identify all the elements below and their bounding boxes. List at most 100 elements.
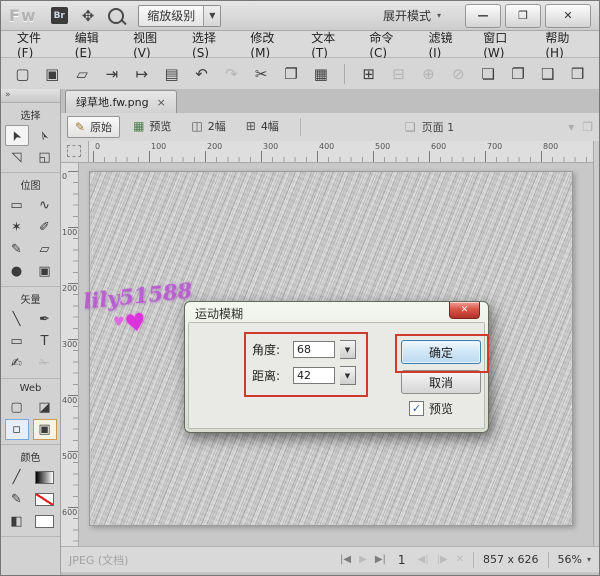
zoom-level-label: 缩放级别 <box>139 7 203 24</box>
show-slices-button[interactable]: ▣ <box>33 419 57 440</box>
master-page-icon[interactable]: ❐ <box>582 120 593 134</box>
menu-item-0[interactable]: 文件(F) <box>7 26 63 63</box>
lasso-tool[interactable]: ∿ <box>33 195 57 216</box>
menu-item-9[interactable]: 帮助(H) <box>535 26 593 63</box>
menu-item-7[interactable]: 滤镜(I) <box>418 26 471 63</box>
marquee-tool[interactable]: ▭ <box>5 195 29 216</box>
rubber-stamp-tool[interactable]: ▣ <box>33 261 57 282</box>
open-button[interactable]: ▱ <box>71 62 94 85</box>
print-button[interactable]: ▤ <box>160 62 183 85</box>
document-tab[interactable]: 绿草地.fw.png × <box>65 90 177 113</box>
tools-grid: ▢ ◪▫▣ <box>1 397 60 440</box>
slice-tool[interactable]: ◪ <box>33 397 57 418</box>
preview-mode-bar: ✎原始 ▦预览 ◫2幅 ⊞4幅 ❏ 页面 1 ▾ ❐ <box>61 113 599 142</box>
zoom-level-select[interactable]: 缩放级别 ▼ <box>138 5 221 27</box>
bridge-icon[interactable]: Br <box>51 7 68 24</box>
fill-color-tool[interactable]: ◧ <box>5 511 29 532</box>
preview-checkbox[interactable]: ✓ <box>409 401 424 416</box>
tools-section: 位图▭∿✶✐✎▱●▣ <box>1 173 60 287</box>
bring-to-front-button[interactable]: ❏ <box>477 62 500 85</box>
ruler-tick-label: 200 <box>207 142 222 151</box>
tab-close-icon[interactable]: × <box>157 96 166 109</box>
menu-item-8[interactable]: 窗口(W) <box>473 26 533 63</box>
pencil-tool[interactable]: ✎ <box>5 239 29 260</box>
menu-item-6[interactable]: 命令(C) <box>359 26 416 63</box>
chevron-down-icon: ▾ <box>437 11 441 20</box>
eyedropper-tool[interactable]: ╱ <box>5 467 29 488</box>
knife-tool[interactable]: ✁ <box>33 353 57 374</box>
view-tab-2up[interactable]: ◫2幅 <box>184 116 232 136</box>
crop-tool[interactable]: ◱ <box>33 147 57 168</box>
import-button[interactable]: ⇥ <box>101 62 124 85</box>
menu-item-1[interactable]: 编辑(E) <box>65 26 121 63</box>
last-page-button[interactable]: ▶| <box>375 554 386 565</box>
text-tool[interactable]: T <box>33 331 57 352</box>
status-controls: |◀▶▶| 1 ◀||▶✕ 857 x 626 56% ▾ <box>340 552 591 568</box>
zoom-dropdown-icon[interactable]: ▾ <box>587 555 591 564</box>
subselection-tool[interactable]: ➢ <box>33 125 57 146</box>
fill-white-swatch[interactable] <box>33 511 57 532</box>
line-tool[interactable]: ╲ <box>5 309 29 330</box>
first-page-button[interactable]: |◀ <box>340 554 351 565</box>
eraser-tool[interactable]: ▱ <box>33 239 57 260</box>
paste-button[interactable]: ▦ <box>309 62 332 85</box>
hotspot-tool-icon: ▢ <box>10 400 22 415</box>
save-button[interactable]: ▣ <box>41 62 64 85</box>
stroke-color-tool[interactable]: ✎ <box>5 489 29 510</box>
hotspot-tool[interactable]: ▢ <box>5 397 29 418</box>
export-button[interactable]: ↦ <box>130 62 153 85</box>
menu-item-2[interactable]: 视图(V) <box>123 26 180 63</box>
heart-icon: ♥ <box>123 307 149 338</box>
gradient-swatch[interactable] <box>33 467 57 488</box>
menu-item-5[interactable]: 文本(T) <box>301 26 357 63</box>
cut-button[interactable]: ✂ <box>250 62 273 85</box>
angle-input[interactable] <box>293 341 335 358</box>
maximize-button[interactable]: ❐ <box>505 4 541 28</box>
rectangle-tool-icon: ▭ <box>10 334 22 349</box>
menu-item-4[interactable]: 修改(M) <box>240 26 299 63</box>
dropdown-icon[interactable]: ▼ <box>203 6 220 26</box>
close-button[interactable]: ✕ <box>545 4 591 28</box>
dialog-close-button[interactable]: ✕ <box>449 302 480 319</box>
ok-button[interactable]: 确定 <box>401 340 481 364</box>
menu-item-3[interactable]: 选择(S) <box>182 26 238 63</box>
ruler-origin-box[interactable] <box>61 141 89 163</box>
copy-button[interactable]: ❐ <box>280 62 303 85</box>
panel-collapse-button[interactable]: » <box>1 89 60 103</box>
stop-button: ✕ <box>456 554 464 565</box>
vertical-scrollbar[interactable] <box>593 141 600 546</box>
cancel-button[interactable]: 取消 <box>401 370 481 394</box>
freeform-tool[interactable]: ✍ <box>5 353 29 374</box>
pen-tool[interactable]: ✒ <box>33 309 57 330</box>
page-dropdown-icon[interactable]: ▾ <box>568 120 574 134</box>
pointer-tool[interactable]: ➤ <box>5 125 29 146</box>
scale-tool[interactable]: ◹ <box>5 147 29 168</box>
rectangle-tool[interactable]: ▭ <box>5 331 29 352</box>
blur-tool[interactable]: ● <box>5 261 29 282</box>
undo-button[interactable]: ↶ <box>190 62 213 85</box>
zoom-select[interactable]: 56% ▾ <box>558 553 591 566</box>
view-tab-original[interactable]: ✎原始 <box>67 116 120 138</box>
hand-tool-icon[interactable]: ✥ <box>82 7 95 25</box>
send-to-back-button[interactable]: ❒ <box>566 62 589 85</box>
distance-input[interactable] <box>293 367 335 384</box>
send-backward-button[interactable]: ❑ <box>536 62 559 85</box>
brush-tool[interactable]: ✐ <box>33 217 57 238</box>
crop-tool-icon: ◱ <box>38 150 50 165</box>
view-tab-4up[interactable]: ⊞4幅 <box>239 116 286 136</box>
hide-slices-button[interactable]: ▫ <box>5 419 29 440</box>
minimize-button[interactable]: — <box>465 4 501 28</box>
ruler-tick-label: 700 <box>487 142 502 151</box>
tools-grid: ╲✒ ▭ T✍✁ <box>1 309 60 374</box>
distance-spinner[interactable]: ▼ <box>340 366 356 385</box>
expand-mode-select[interactable]: 展开模式 ▾ <box>383 7 441 24</box>
group-button[interactable]: ⊞ <box>357 62 380 85</box>
page-indicator[interactable]: ❏ 页面 1 <box>405 119 454 135</box>
angle-spinner[interactable]: ▼ <box>340 340 356 359</box>
stroke-none-swatch[interactable] <box>33 489 57 510</box>
zoom-icon[interactable] <box>108 8 124 24</box>
bring-forward-button[interactable]: ❐ <box>507 62 530 85</box>
view-tab-preview[interactable]: ▦预览 <box>126 116 178 136</box>
magic-wand-tool[interactable]: ✶ <box>5 217 29 238</box>
new-document-button[interactable]: ▢ <box>11 62 34 85</box>
